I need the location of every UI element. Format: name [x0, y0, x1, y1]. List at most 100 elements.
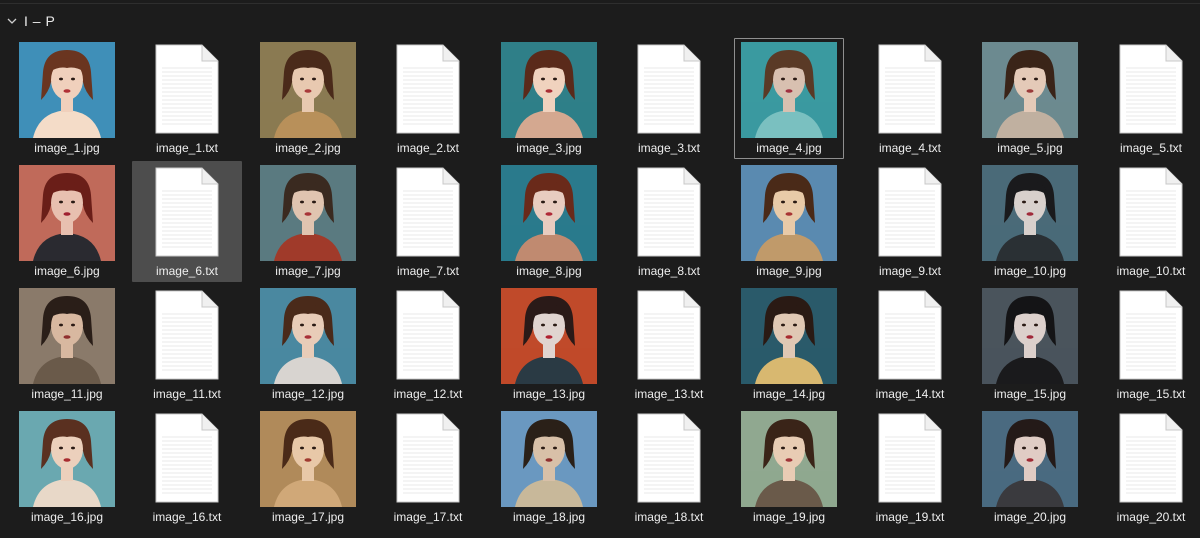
file-item-image[interactable]: image_7.jpg	[253, 161, 363, 282]
file-item-text[interactable]: image_10.txt	[1096, 161, 1200, 282]
text-file-icon	[395, 167, 461, 257]
file-item-text[interactable]: image_12.txt	[373, 284, 483, 405]
file-item-text[interactable]: image_18.txt	[614, 407, 724, 528]
file-item-image[interactable]: image_5.jpg	[975, 38, 1085, 159]
image-thumbnail	[260, 411, 356, 507]
text-file-icon	[636, 44, 702, 134]
image-thumbnail	[982, 288, 1078, 384]
file-item-text[interactable]: image_5.txt	[1096, 38, 1200, 159]
file-item-image[interactable]: image_13.jpg	[494, 284, 604, 405]
image-thumbnail	[260, 42, 356, 138]
file-item-text[interactable]: image_20.txt	[1096, 407, 1200, 528]
file-name-label: image_17.txt	[393, 510, 463, 524]
file-item-text[interactable]: image_11.txt	[132, 284, 242, 405]
file-name-label: image_16.jpg	[30, 510, 104, 524]
file-item-text[interactable]: image_14.txt	[855, 284, 965, 405]
file-name-label: image_11.jpg	[31, 387, 103, 401]
file-name-label: image_11.txt	[153, 387, 221, 401]
file-item-text[interactable]: image_2.txt	[373, 38, 483, 159]
file-item-image[interactable]: image_14.jpg	[734, 284, 844, 405]
file-item-image[interactable]: image_15.jpg	[975, 284, 1085, 405]
file-item-image[interactable]: image_18.jpg	[494, 407, 604, 528]
image-thumbnail	[741, 42, 837, 138]
file-item-image[interactable]: image_8.jpg	[494, 161, 604, 282]
file-name-label: image_10.jpg	[993, 264, 1067, 278]
file-name-label: image_20.txt	[1116, 510, 1186, 524]
file-name-label: image_13.txt	[634, 387, 704, 401]
file-item-text[interactable]: image_6.txt	[132, 161, 242, 282]
file-name-label: image_5.jpg	[997, 141, 1063, 155]
text-file-icon	[154, 413, 220, 503]
file-name-label: image_3.jpg	[516, 141, 582, 155]
image-thumbnail	[741, 411, 837, 507]
file-item-image[interactable]: image_17.jpg	[253, 407, 363, 528]
file-name-label: image_6.txt	[155, 264, 219, 278]
file-name-label: image_14.jpg	[752, 387, 826, 401]
image-thumbnail	[982, 165, 1078, 261]
file-item-text[interactable]: image_9.txt	[855, 161, 965, 282]
image-thumbnail	[982, 42, 1078, 138]
file-item-text[interactable]: image_1.txt	[132, 38, 242, 159]
image-thumbnail	[501, 165, 597, 261]
image-thumbnail	[260, 288, 356, 384]
file-name-label: image_2.txt	[396, 141, 460, 155]
image-thumbnail	[19, 411, 115, 507]
file-name-label: image_16.txt	[152, 510, 222, 524]
file-name-label: image_12.jpg	[271, 387, 345, 401]
file-item-image[interactable]: image_16.jpg	[12, 407, 122, 528]
file-item-image[interactable]: image_3.jpg	[494, 38, 604, 159]
file-name-label: image_8.jpg	[516, 264, 582, 278]
file-item-text[interactable]: image_3.txt	[614, 38, 724, 159]
file-name-label: image_19.txt	[875, 510, 945, 524]
file-item-image[interactable]: image_4.jpg	[734, 38, 844, 159]
text-file-icon	[154, 167, 220, 257]
file-name-label: image_3.txt	[637, 141, 701, 155]
file-item-image[interactable]: image_9.jpg	[734, 161, 844, 282]
file-item-text[interactable]: image_15.txt	[1096, 284, 1200, 405]
text-file-icon	[877, 167, 943, 257]
file-name-label: image_7.txt	[396, 264, 460, 278]
file-name-label: image_8.txt	[637, 264, 701, 278]
image-thumbnail	[19, 42, 115, 138]
text-file-icon	[395, 290, 461, 380]
text-file-icon	[395, 413, 461, 503]
file-item-image[interactable]: image_12.jpg	[253, 284, 363, 405]
image-thumbnail	[19, 165, 115, 261]
image-thumbnail	[741, 165, 837, 261]
text-file-icon	[636, 413, 702, 503]
text-file-icon	[636, 290, 702, 380]
file-item-image[interactable]: image_19.jpg	[734, 407, 844, 528]
file-item-image[interactable]: image_11.jpg	[12, 284, 122, 405]
image-thumbnail	[501, 288, 597, 384]
file-item-text[interactable]: image_4.txt	[855, 38, 965, 159]
file-item-text[interactable]: image_8.txt	[614, 161, 724, 282]
text-file-icon	[1118, 290, 1184, 380]
text-file-icon	[1118, 44, 1184, 134]
file-name-label: image_9.jpg	[756, 264, 822, 278]
file-item-text[interactable]: image_19.txt	[855, 407, 965, 528]
file-item-image[interactable]: image_6.jpg	[12, 161, 122, 282]
image-thumbnail	[741, 288, 837, 384]
file-name-label: image_1.jpg	[34, 141, 100, 155]
file-item-text[interactable]: image_16.txt	[132, 407, 242, 528]
file-name-label: image_20.jpg	[993, 510, 1067, 524]
image-thumbnail	[501, 42, 597, 138]
text-file-icon	[877, 44, 943, 134]
file-item-text[interactable]: image_7.txt	[373, 161, 483, 282]
file-grid: image_1.jpg image_1.txt image_2.jpg imag…	[0, 0, 1200, 538]
file-name-label: image_4.txt	[878, 141, 942, 155]
file-item-text[interactable]: image_17.txt	[373, 407, 483, 528]
file-name-label: image_5.txt	[1119, 141, 1183, 155]
file-name-label: image_15.txt	[1116, 387, 1186, 401]
file-item-image[interactable]: image_1.jpg	[12, 38, 122, 159]
text-file-icon	[877, 413, 943, 503]
text-file-icon	[877, 290, 943, 380]
file-name-label: image_1.txt	[155, 141, 219, 155]
text-file-icon	[1118, 413, 1184, 503]
file-item-image[interactable]: image_20.jpg	[975, 407, 1085, 528]
file-item-image[interactable]: image_2.jpg	[253, 38, 363, 159]
text-file-icon	[154, 290, 220, 380]
file-item-image[interactable]: image_10.jpg	[975, 161, 1085, 282]
file-name-label: image_10.txt	[1116, 264, 1186, 278]
file-item-text[interactable]: image_13.txt	[614, 284, 724, 405]
